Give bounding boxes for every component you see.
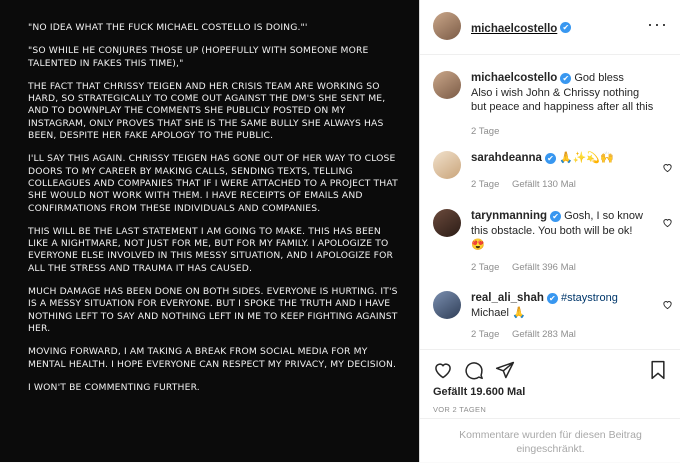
comment-like-icon[interactable] [662, 160, 673, 173]
statement-paragraph: I'll say this again. Chrissy Teigen has … [28, 153, 398, 214]
statement-paragraph: This will be the last statement I am goi… [28, 225, 394, 274]
caption-avatar[interactable] [433, 71, 461, 99]
comment-body: sarahdeanna ✔ 🙏✨💫🙌 [471, 151, 657, 166]
statement-paragraph: "No idea what the fuck Michael Costello … [28, 22, 308, 33]
post-header: michaelcostello ✔ ··· [420, 0, 680, 55]
comment-likes[interactable]: Gefällt 130 Mal [512, 179, 576, 190]
comments-footer: Kommentare wurden für diesen Beitrag ein… [420, 418, 680, 463]
save-bookmark-icon[interactable] [648, 360, 668, 380]
post-date[interactable]: VOR 2 TAGEN [433, 405, 486, 414]
comment-body: real_ali_shah ✔ #staystrong Michael 🙏 [471, 291, 657, 320]
comment-avatar[interactable] [433, 209, 461, 237]
post-likes-count[interactable]: Gefällt 19.600 Mal [433, 386, 525, 398]
comment-avatar[interactable] [433, 151, 461, 179]
statement-paragraph: "So while he conjures those up (hopefull… [28, 45, 369, 69]
author-username-link[interactable]: michaelcostello ✔ [471, 19, 572, 37]
comments-disabled-notice: Kommentare wurden für diesen Beitrag ein… [459, 429, 642, 455]
post-image[interactable]: "No idea what the fuck Michael Costello … [0, 0, 419, 462]
action-bar [420, 349, 680, 390]
like-heart-icon[interactable] [433, 360, 453, 380]
caption-time[interactable]: 2 Tage [471, 126, 499, 137]
verified-badge-icon: ✔ [546, 292, 558, 304]
comment-like-icon[interactable] [662, 297, 673, 310]
verified-badge-icon: ✔ [560, 72, 572, 84]
comment-meta: 2 Tage Gefällt 130 Mal [471, 179, 586, 190]
statement-paragraph: I won't be commenting further. [28, 381, 200, 393]
caption-body: michaelcostello ✔ God bless Also i wish J… [471, 71, 657, 115]
comment-time[interactable]: 2 Tage [471, 179, 499, 190]
comment-avatar[interactable] [433, 291, 461, 319]
statement-text: "No idea what the fuck Michael Costello … [28, 22, 400, 405]
caption-username[interactable]: michaelcostello [471, 72, 557, 84]
more-options-icon[interactable]: ··· [647, 14, 668, 35]
share-paper-plane-icon[interactable] [495, 360, 515, 380]
comment-like-icon[interactable] [662, 215, 673, 228]
comment-username[interactable]: tarynmanning [471, 210, 547, 222]
comment-body: tarynmanning ✔ Gosh, I so know this obsta… [471, 209, 657, 253]
comment: tarynmanning ✔ Gosh, I so know this obsta… [433, 209, 673, 279]
caption-meta: 2 Tage [471, 126, 509, 137]
statement-paragraph: Moving forward, I am taking a break from… [28, 346, 397, 370]
comment-time[interactable]: 2 Tage [471, 262, 499, 273]
comment-likes[interactable]: Gefällt 396 Mal [512, 262, 576, 273]
comment-meta: 2 Tage Gefällt 396 Mal [471, 262, 586, 273]
verified-badge-icon: ✔ [544, 152, 556, 164]
caption: michaelcostello ✔ God bless Also i wish J… [433, 71, 673, 137]
author-avatar[interactable] [433, 12, 461, 40]
comment-bubble-icon[interactable] [464, 360, 484, 380]
comment-username[interactable]: sarahdeanna [471, 152, 542, 164]
comment-text: Michael 🙏 [471, 306, 526, 319]
comment: real_ali_shah ✔ #staystrong Michael 🙏 2 T… [433, 291, 673, 346]
verified-badge-icon: ✔ [550, 210, 562, 222]
verified-badge-icon: ✔ [560, 22, 572, 34]
post-side-panel: michaelcostello ✔ ··· michaelcostello ✔ Go… [419, 0, 680, 462]
comment-time[interactable]: 2 Tage [471, 329, 499, 340]
statement-paragraph: Much damage has been done on both sides.… [28, 286, 398, 334]
author-username: michaelcostello [471, 23, 558, 35]
comment-meta: 2 Tage Gefällt 283 Mal [471, 329, 586, 340]
comment-text: 🙏✨💫🙌 [559, 152, 614, 164]
comment-hashtag-link[interactable]: #staystrong [561, 292, 618, 304]
statement-paragraph: The fact that Chrissy Teigen and her cri… [28, 80, 386, 142]
comment: sarahdeanna ✔ 🙏✨💫🙌 2 Tage Gefällt 130 Mal [433, 151, 673, 191]
instagram-post-view: "No idea what the fuck Michael Costello … [0, 0, 680, 462]
comment-likes[interactable]: Gefällt 283 Mal [512, 329, 576, 340]
comment-username[interactable]: real_ali_shah [471, 292, 544, 304]
